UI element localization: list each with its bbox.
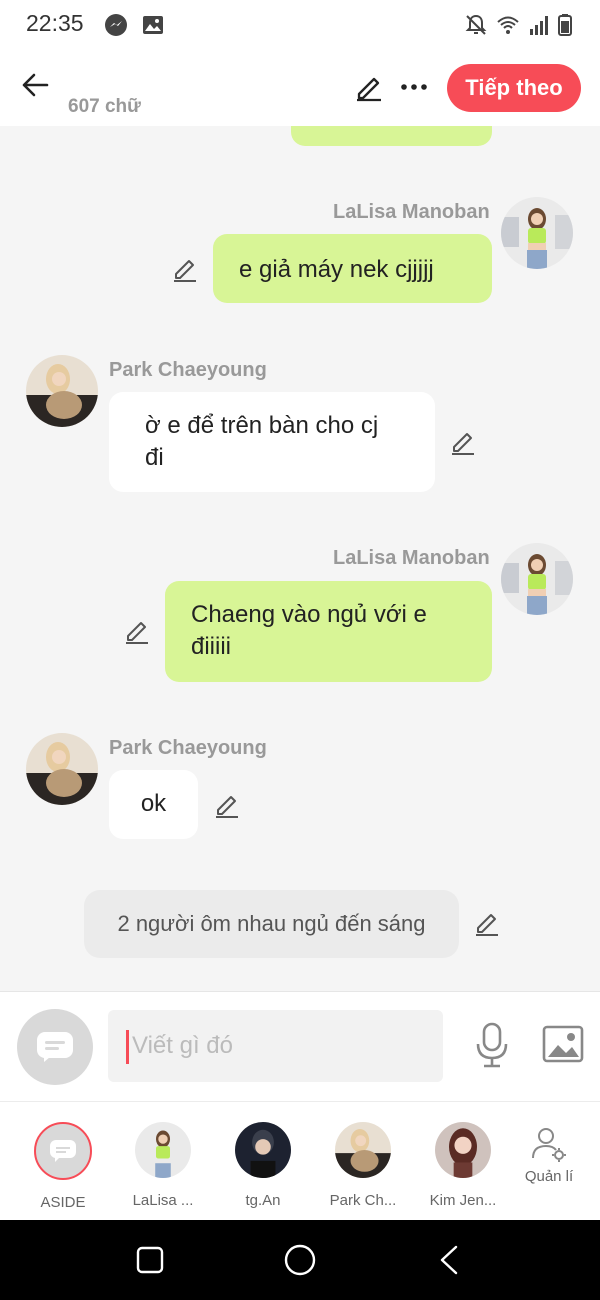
avatar-chaeyoung-image <box>26 733 98 805</box>
gallery-icon <box>143 16 163 34</box>
text-cursor <box>126 1030 129 1064</box>
recents-icon[interactable] <box>136 1246 164 1274</box>
status-time: 22:35 <box>26 10 84 36</box>
avatar <box>335 1122 391 1178</box>
chat-bubble-icon <box>37 1032 73 1062</box>
wifi-icon <box>497 16 519 34</box>
message-bubble[interactable]: e giả máy nek cjjjjj <box>213 234 492 303</box>
next-button[interactable]: Tiếp theo <box>447 64 581 112</box>
sender-name: LaLisa Manoban <box>333 201 490 223</box>
signal-icon <box>530 16 548 35</box>
message-line: điiiii <box>191 633 232 660</box>
character-label: ASIDE <box>40 1194 86 1211</box>
character-tg-an[interactable]: tg.An <box>218 1122 308 1209</box>
sender-name: Park Chaeyoung <box>109 359 267 381</box>
character-label: Kim Jen... <box>429 1192 497 1209</box>
character-aside[interactable]: ASIDE <box>18 1122 108 1211</box>
message-input[interactable] <box>108 1010 443 1082</box>
message-line: ờ e để trên bàn cho cj <box>145 412 379 439</box>
character-lisa[interactable]: LaLisa ... <box>118 1122 208 1209</box>
edit-message-icon[interactable] <box>214 792 240 818</box>
avatar <box>435 1122 491 1178</box>
edit-pencil-icon[interactable] <box>354 72 384 102</box>
edit-message-icon[interactable] <box>450 429 476 455</box>
manage-label: Quản lí <box>524 1168 574 1185</box>
character-chaeyoung[interactable]: Park Ch... <box>318 1122 408 1209</box>
home-icon[interactable] <box>284 1244 316 1276</box>
message-line: Chaeng vào ngủ với e <box>191 601 427 628</box>
back-arrow-icon[interactable] <box>20 70 50 100</box>
more-options-icon[interactable] <box>400 82 428 92</box>
avatar[interactable] <box>501 197 573 269</box>
message-bubble-partial[interactable] <box>291 126 492 146</box>
character-label: LaLisa ... <box>132 1192 194 1209</box>
message-line: đi <box>145 444 164 471</box>
avatar[interactable] <box>26 355 98 427</box>
avatar-chaeyoung-image <box>26 355 98 427</box>
mute-icon <box>465 14 487 35</box>
avatar <box>135 1122 191 1178</box>
sender-name: LaLisa Manoban <box>333 547 490 569</box>
word-count: 607 chữ <box>68 96 141 117</box>
aside-chat-icon <box>34 1122 92 1180</box>
avatar[interactable] <box>501 543 573 615</box>
edit-narration-icon[interactable] <box>474 910 500 936</box>
edit-message-icon[interactable] <box>124 618 150 644</box>
microphone-icon[interactable] <box>474 1022 510 1068</box>
image-upload-icon[interactable] <box>542 1025 584 1063</box>
message-bubble[interactable]: Chaeng vào ngủ với e điiiii <box>165 581 492 682</box>
battery-icon <box>558 14 572 36</box>
compose-bar <box>0 991 600 1102</box>
sender-name: Park Chaeyoung <box>109 737 267 759</box>
status-bar: 22:35 <box>0 0 600 52</box>
edit-message-icon[interactable] <box>172 256 198 282</box>
character-selector: ASIDE LaLisa ... tg.An Park Ch... Kim Je… <box>0 1101 600 1221</box>
avatar-lisa-image <box>501 543 573 615</box>
manage-users-icon <box>532 1128 566 1162</box>
character-jennie[interactable]: Kim Jen... <box>418 1122 508 1209</box>
character-label: Park Ch... <box>329 1192 397 1209</box>
messenger-icon <box>105 14 127 36</box>
avatar-lisa-image <box>501 197 573 269</box>
message-bubble[interactable]: ok <box>109 770 198 839</box>
system-navigation-bar <box>0 1220 600 1300</box>
top-app-bar: 607 chữ Tiếp theo <box>0 52 600 126</box>
message-bubble[interactable]: ờ e để trên bàn cho cj đi <box>109 392 435 492</box>
back-icon[interactable] <box>438 1245 460 1275</box>
avatar <box>235 1122 291 1178</box>
manage-characters-button[interactable]: Quản lí <box>504 1126 594 1185</box>
narration-bubble[interactable]: 2 người ôm nhau ngủ đến sáng <box>84 890 459 958</box>
aside-mode-button[interactable] <box>17 1009 93 1085</box>
character-label: tg.An <box>245 1192 281 1209</box>
avatar[interactable] <box>26 733 98 805</box>
chat-area: LaLisa Manoban e giả máy nek cjjjjj Park… <box>0 126 600 991</box>
